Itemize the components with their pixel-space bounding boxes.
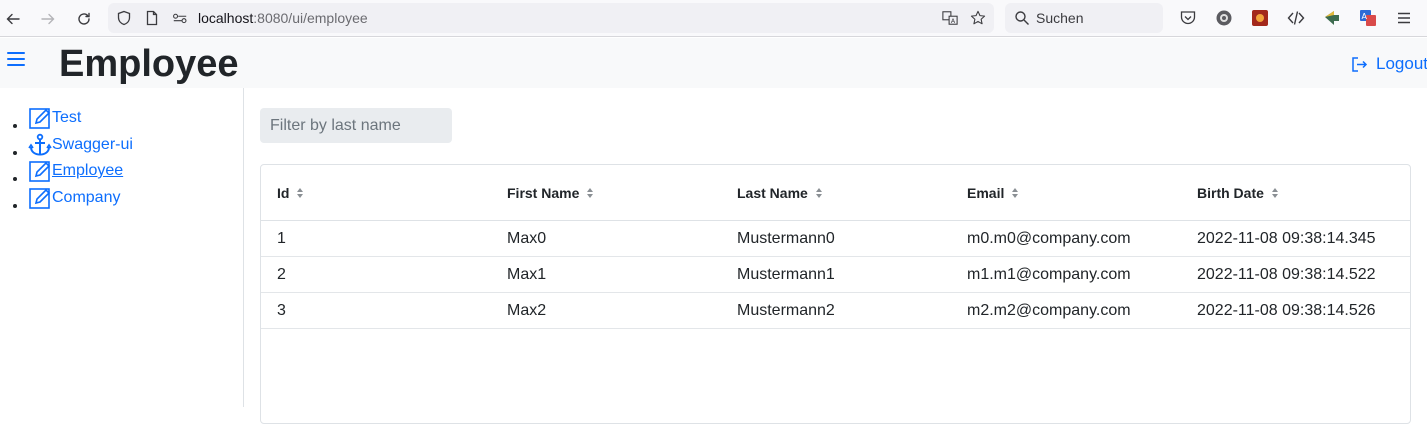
sidebar-link-employee[interactable]: Employee bbox=[28, 159, 123, 183]
sidebar-item-label: Company bbox=[52, 188, 121, 206]
sort-icon bbox=[1012, 188, 1019, 198]
svg-text:A: A bbox=[1362, 12, 1368, 21]
svg-text:A: A bbox=[951, 18, 956, 25]
cell-id: 2 bbox=[277, 266, 286, 283]
column-header-label: Birth Date bbox=[1197, 185, 1264, 201]
menu-icon[interactable] bbox=[1394, 8, 1414, 28]
sidebar-item-test: Test bbox=[28, 106, 133, 133]
browser-toolbar: localhost:8080/ui/employee A Suchen A bbox=[0, 0, 1427, 37]
sort-icon bbox=[1271, 188, 1278, 198]
url-path: :8080/ui/employee bbox=[253, 10, 368, 26]
extension-orange-icon[interactable] bbox=[1250, 8, 1270, 28]
forward-icon[interactable] bbox=[37, 8, 59, 30]
column-header-last-name[interactable]: Last Name bbox=[737, 185, 822, 201]
extension-gear-icon[interactable] bbox=[1214, 8, 1234, 28]
cell-birth-date: 2022-11-08 09:38:14.345 bbox=[1197, 230, 1376, 247]
sidebar: Test Swagger-ui Employee bbox=[0, 88, 244, 407]
cell-first-name: Max2 bbox=[507, 302, 547, 319]
sidebar-item-label: Swagger-ui bbox=[52, 135, 133, 153]
url-host: localhost bbox=[198, 10, 254, 26]
sidebar-link-swagger-ui[interactable]: Swagger-ui bbox=[28, 133, 133, 157]
page-icon[interactable] bbox=[144, 10, 160, 26]
table-header-row: Id First Name Last Name Email Birth Date bbox=[261, 165, 1410, 221]
page-title: Employee bbox=[59, 43, 239, 85]
column-header-label: First Name bbox=[507, 185, 580, 201]
cell-email: m1.m1@company.com bbox=[967, 266, 1131, 283]
table-row[interactable]: 1 Max0 Mustermann0 m0.m0@company.com 202… bbox=[261, 221, 1410, 257]
sort-icon bbox=[815, 188, 822, 198]
cell-last-name: Mustermann2 bbox=[737, 302, 835, 319]
table-row[interactable]: 2 Max1 Mustermann1 m1.m1@company.com 202… bbox=[261, 257, 1410, 293]
extension-arrow-icon[interactable] bbox=[1322, 8, 1342, 28]
shield-icon[interactable] bbox=[116, 10, 132, 26]
permissions-icon[interactable] bbox=[172, 10, 188, 26]
cell-birth-date: 2022-11-08 09:38:14.526 bbox=[1197, 302, 1376, 319]
column-header-email[interactable]: Email bbox=[967, 185, 1019, 201]
sidebar-link-test[interactable]: Test bbox=[28, 106, 81, 130]
sidebar-item-label: Employee bbox=[52, 162, 124, 179]
search-icon bbox=[1014, 10, 1030, 26]
sidebar-item-swagger-ui: Swagger-ui bbox=[28, 133, 133, 160]
bookmark-star-icon[interactable] bbox=[970, 10, 986, 26]
logout-label: Logout bbox=[1376, 54, 1427, 73]
logout-icon bbox=[1352, 56, 1368, 72]
translate-icon[interactable]: A bbox=[942, 10, 958, 26]
cell-email: m2.m2@company.com bbox=[967, 302, 1131, 319]
column-header-id[interactable]: Id bbox=[277, 185, 304, 201]
back-icon[interactable] bbox=[2, 8, 24, 30]
column-header-birth-date[interactable]: Birth Date bbox=[1197, 185, 1278, 201]
cell-birth-date: 2022-11-08 09:38:14.522 bbox=[1197, 266, 1376, 283]
search-bar[interactable]: Suchen bbox=[1005, 3, 1163, 33]
cell-first-name: Max1 bbox=[507, 266, 547, 283]
sidebar-item-employee: Employee bbox=[28, 159, 133, 186]
column-header-label: Last Name bbox=[737, 185, 808, 201]
devtools-icon[interactable] bbox=[1286, 8, 1306, 28]
sidebar-nav-list: Test Swagger-ui Employee bbox=[28, 106, 133, 212]
pocket-icon[interactable] bbox=[1178, 8, 1198, 28]
cell-email: m0.m0@company.com bbox=[967, 230, 1131, 247]
reload-icon[interactable] bbox=[73, 8, 95, 30]
edit-icon bbox=[28, 186, 52, 210]
url-bar[interactable]: localhost:8080/ui/employee A bbox=[108, 3, 994, 33]
hamburger-menu-icon[interactable] bbox=[7, 52, 25, 68]
cell-first-name: Max0 bbox=[507, 230, 547, 247]
sort-icon bbox=[587, 188, 594, 198]
column-header-label: Email bbox=[967, 185, 1005, 201]
url-text[interactable]: localhost:8080/ui/employee bbox=[198, 10, 368, 26]
search-placeholder: Suchen bbox=[1036, 10, 1084, 26]
cell-last-name: Mustermann1 bbox=[737, 266, 835, 283]
cell-id: 1 bbox=[277, 230, 286, 247]
sort-icon bbox=[297, 188, 304, 198]
edit-icon bbox=[28, 106, 52, 130]
edit-icon bbox=[28, 159, 52, 183]
sidebar-item-label: Test bbox=[52, 109, 82, 126]
sidebar-item-company: Company bbox=[28, 186, 133, 213]
sidebar-link-company[interactable]: Company bbox=[28, 186, 120, 210]
column-header-label: Id bbox=[277, 185, 290, 201]
extension-translate-icon[interactable]: A bbox=[1358, 8, 1378, 28]
filter-last-name-input[interactable] bbox=[260, 108, 452, 143]
app-header: Employee Logout bbox=[0, 38, 1427, 88]
cell-last-name: Mustermann0 bbox=[737, 230, 835, 247]
anchor-icon bbox=[28, 133, 52, 157]
table-row[interactable]: 3 Max2 Mustermann2 m2.m2@company.com 202… bbox=[261, 293, 1410, 329]
logout-button[interactable]: Logout bbox=[1351, 54, 1427, 74]
cell-id: 3 bbox=[277, 302, 286, 319]
employee-table: Id First Name Last Name Email Birth Date… bbox=[260, 164, 1411, 424]
column-header-first-name[interactable]: First Name bbox=[507, 185, 594, 201]
